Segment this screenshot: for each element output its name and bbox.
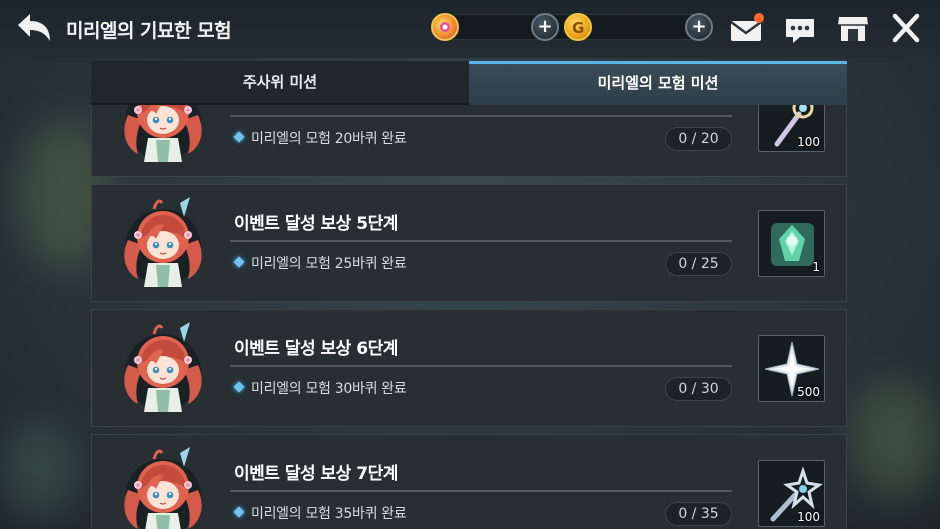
add-gem-button[interactable]: + [531,13,559,41]
notification-dot [754,13,764,23]
mission-card: 이벤트 달성 보상 7단계 미리엘의 모험 35바퀴 완료 0 / 35 100 [91,434,847,529]
reward-item[interactable]: 1 [758,210,825,277]
mission-card: 이벤트 달성 보상 6단계 미리엘의 모험 30바퀴 완료 0 / 30 500 [91,309,847,427]
add-gold-button[interactable]: + [685,13,713,41]
reward-quantity: 500 [797,385,820,399]
mission-description: 미리엘의 모험 25바퀴 완료 [251,256,407,272]
divider [230,490,732,492]
reward-quantity: 100 [797,135,820,149]
tab-adventure-mission[interactable]: 미리엘의 모험 미션 [469,61,847,105]
tab-dice-mission[interactable]: 주사위 미션 [91,61,469,105]
reward-quantity: 100 [797,510,820,524]
mission-progress: 0 / 25 [665,252,732,276]
mission-description: 미리엘의 모험 35바퀴 완료 [251,506,407,522]
reward-item[interactable]: 100 [758,105,825,152]
character-portrait [118,105,208,166]
reward-item[interactable]: 100 [758,460,825,527]
mission-title: 이벤트 달성 보상 7단계 [234,464,398,484]
shop-icon [838,17,868,41]
back-arrow-icon [18,14,50,41]
divider [230,115,732,117]
reward-quantity: 1 [812,260,820,274]
mission-title: 이벤트 달성 보상 5단계 [234,214,398,234]
mail-button[interactable] [728,11,764,45]
mission-card: 이벤트 달성 보상 5단계 미리엘의 모험 25바퀴 완료 0 / 25 1 [91,184,847,302]
mission-card: 미리엘의 모험 20바퀴 완료 0 / 20 100 [91,105,847,177]
divider [230,240,732,242]
mission-description: 미리엘의 모험 30바퀴 완료 [251,381,407,397]
page-title: 미리엘의 기묘한 모험 [66,20,232,42]
close-button[interactable] [888,11,924,45]
gold-coin-icon: G [564,13,592,41]
bullet-icon [233,381,245,393]
background-blur [850,380,940,500]
back-button[interactable] [14,10,54,46]
bullet-icon [233,256,245,268]
mission-title: 이벤트 달성 보상 6단계 [234,339,398,359]
mission-list[interactable]: 미리엘의 모험 20바퀴 완료 0 / 20 100 이벤트 달성 보상 5단계… [91,105,847,529]
character-portrait [118,445,208,529]
mission-progress: 0 / 35 [665,502,732,526]
background-blur [0,420,80,520]
mission-progress: 0 / 20 [665,127,732,151]
mission-progress: 0 / 30 [665,377,732,401]
mail-icon [730,13,764,41]
character-portrait [118,320,208,416]
mission-description: 미리엘의 모험 20바퀴 완료 [251,131,407,147]
divider [230,365,732,367]
svg-text:G: G [572,19,584,37]
chat-button[interactable] [782,11,818,45]
close-icon [892,13,920,43]
reward-item[interactable]: 500 [758,335,825,402]
character-portrait [118,195,208,291]
mission-tabs: 주사위 미션 미리엘의 모험 미션 [91,61,847,105]
bullet-icon [233,131,245,143]
top-bar: 미리엘의 기묘한 모험 + G + [0,0,940,58]
gem-currency-icon [431,13,459,41]
chat-icon [786,19,814,43]
bullet-icon [233,506,245,518]
shop-button[interactable] [835,11,871,45]
